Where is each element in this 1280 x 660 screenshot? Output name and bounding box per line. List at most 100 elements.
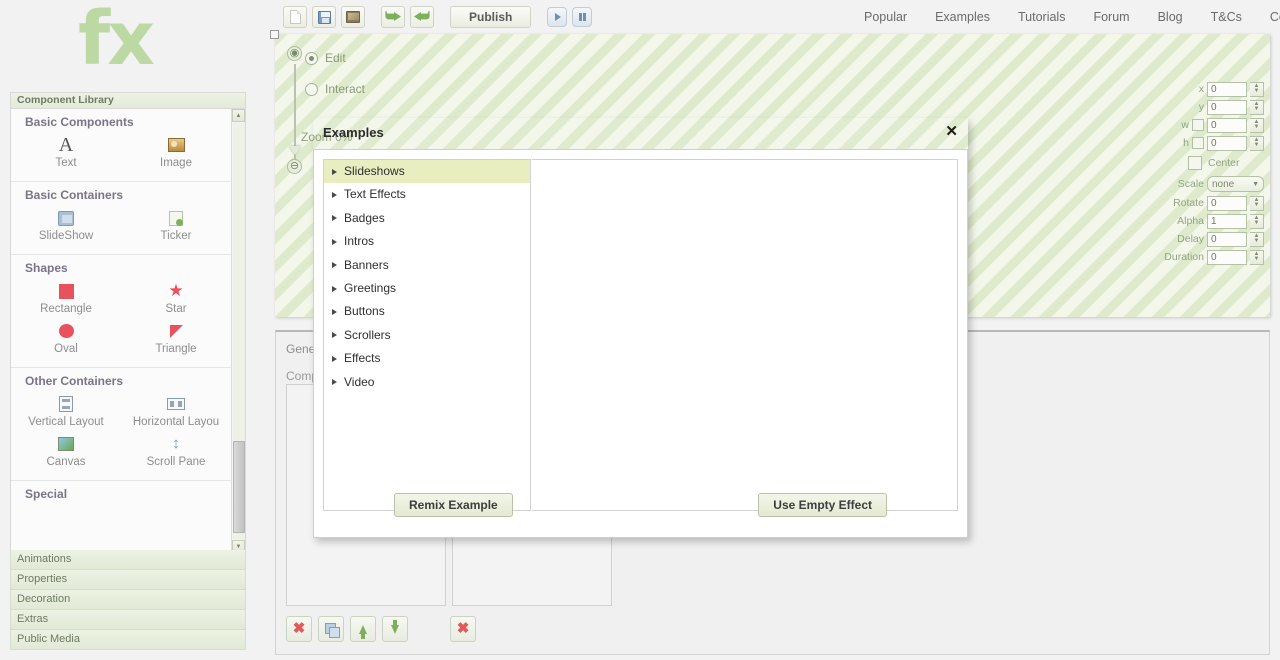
- property-input-y[interactable]: 0: [1207, 100, 1247, 115]
- spin-down-icon[interactable]: ▼: [1254, 89, 1260, 94]
- property-spinner-x[interactable]: ▲ ▼: [1250, 82, 1264, 97]
- component-item-oval[interactable]: Oval: [11, 319, 121, 359]
- play-button[interactable]: [547, 7, 567, 27]
- property-input-duration[interactable]: 0: [1207, 250, 1247, 265]
- nav-link-tcs[interactable]: T&Cs: [1197, 8, 1256, 26]
- dialog-header[interactable]: Examples ✕: [313, 118, 968, 149]
- tree-item-buttons[interactable]: Buttons: [324, 300, 530, 323]
- tree-item-banners[interactable]: Banners: [324, 254, 530, 277]
- radio-interact-icon[interactable]: [305, 83, 318, 96]
- sidebar-strip-animations[interactable]: Animations: [10, 550, 246, 570]
- mode-option-edit[interactable]: Edit: [305, 51, 346, 65]
- property-spinner-delay[interactable]: ▲ ▼: [1250, 232, 1264, 247]
- undo-button[interactable]: ⮩: [381, 6, 405, 28]
- spin-down-icon[interactable]: ▼: [1254, 125, 1260, 130]
- sidebar-strip-decoration[interactable]: Decoration: [10, 590, 246, 610]
- component-item-horizontal-layout[interactable]: Horizontal Layou: [121, 392, 231, 432]
- zoom-slider-thumb[interactable]: [289, 146, 301, 155]
- property-spinner-h[interactable]: ▲ ▼: [1250, 136, 1264, 151]
- property-input-x[interactable]: 0: [1207, 82, 1247, 97]
- delete-button[interactable]: ✖: [286, 616, 312, 642]
- zoom-out-button[interactable]: ⊖: [287, 159, 302, 174]
- property-spinner-w[interactable]: ▲ ▼: [1250, 118, 1264, 133]
- spin-down-icon[interactable]: ▼: [1254, 107, 1260, 112]
- tree-item-intros[interactable]: Intros: [324, 230, 530, 253]
- duplicate-button[interactable]: [318, 616, 344, 642]
- component-item-star[interactable]: ★ Star: [121, 279, 231, 319]
- component-item-triangle[interactable]: Triangle: [121, 319, 231, 359]
- property-spinner-rotate[interactable]: ▲ ▼: [1250, 196, 1264, 211]
- scroll-up-icon[interactable]: ▲: [232, 109, 245, 122]
- delete-secondary-button[interactable]: ✖: [450, 616, 476, 642]
- nav-link-popular[interactable]: Popular: [850, 8, 921, 26]
- spin-down-icon[interactable]: ▼: [1254, 143, 1260, 148]
- center-checkbox[interactable]: [1188, 156, 1202, 170]
- remix-example-button[interactable]: Remix Example: [394, 493, 513, 517]
- component-item-slideshow[interactable]: SlideShow: [11, 206, 121, 246]
- property-spinner-alpha[interactable]: ▲ ▼: [1250, 214, 1264, 229]
- spin-down-icon[interactable]: ▼: [1254, 257, 1260, 262]
- delete-icon: ✖: [293, 622, 306, 636]
- component-item-text[interactable]: A Text: [11, 133, 121, 173]
- component-item-vertical-layout[interactable]: Vertical Layout: [11, 392, 121, 432]
- property-input-alpha[interactable]: 1: [1207, 214, 1247, 229]
- property-checkbox-h[interactable]: [1192, 137, 1204, 149]
- tree-item-video[interactable]: Video: [324, 371, 530, 394]
- screenshot-button[interactable]: [341, 6, 365, 28]
- new-file-button[interactable]: [283, 6, 307, 28]
- pause-button[interactable]: [572, 7, 592, 27]
- property-label-y: y: [1168, 101, 1204, 113]
- use-empty-effect-button[interactable]: Use Empty Effect: [758, 493, 887, 517]
- tree-item-slideshows[interactable]: Slideshows: [324, 160, 530, 183]
- sidebar-strip-public-media[interactable]: Public Media: [10, 630, 246, 650]
- move-down-button[interactable]: [382, 616, 408, 642]
- examples-category-tree[interactable]: Slideshows Text Effects Badges Intros Ba…: [323, 159, 531, 511]
- examples-preview-area[interactable]: [532, 159, 958, 511]
- tree-item-effects[interactable]: Effects: [324, 347, 530, 370]
- sidebar-strip-properties[interactable]: Properties: [10, 570, 246, 590]
- sidebar-group-title: Basic Components: [11, 115, 231, 129]
- close-icon[interactable]: ✕: [945, 124, 958, 139]
- scrollbar-thumb[interactable]: [233, 441, 245, 533]
- property-input-h[interactable]: 0: [1207, 136, 1247, 151]
- tree-item-text-effects[interactable]: Text Effects: [324, 183, 530, 206]
- publish-button[interactable]: Publish: [450, 6, 531, 28]
- property-checkbox-w[interactable]: [1192, 119, 1204, 131]
- component-item-scroll-pane[interactable]: ↕ Scroll Pane: [121, 432, 231, 472]
- sidebar-strip-extras[interactable]: Extras: [10, 610, 246, 630]
- component-item-canvas[interactable]: Canvas: [11, 432, 121, 472]
- nav-link-examples[interactable]: Examples: [921, 8, 1004, 26]
- component-item-image[interactable]: Image: [121, 133, 231, 173]
- property-input-delay[interactable]: 0: [1207, 232, 1247, 247]
- expand-arrow-icon: [332, 309, 337, 315]
- spin-down-icon[interactable]: ▼: [1254, 221, 1260, 226]
- nav-link-forum[interactable]: Forum: [1079, 8, 1143, 26]
- component-item-rectangle[interactable]: Rectangle: [11, 279, 121, 319]
- save-button[interactable]: [312, 6, 336, 28]
- canvas-resize-handle[interactable]: [270, 30, 279, 39]
- tree-item-greetings[interactable]: Greetings: [324, 277, 530, 300]
- radio-edit-icon[interactable]: [305, 52, 318, 65]
- nav-link-blog[interactable]: Blog: [1144, 8, 1197, 26]
- redo-button[interactable]: ⮩: [410, 6, 434, 28]
- zoom-in-button[interactable]: ◉: [287, 46, 302, 61]
- property-input-rotate[interactable]: 0: [1207, 196, 1247, 211]
- property-spinner-duration[interactable]: ▲ ▼: [1250, 250, 1264, 265]
- zoom-slider[interactable]: ◉ ⊖: [287, 46, 305, 174]
- component-item-ticker[interactable]: Ticker: [121, 206, 231, 246]
- move-up-button[interactable]: [350, 616, 376, 642]
- mode-option-interact[interactable]: Interact: [305, 82, 365, 96]
- tree-item-scrollers[interactable]: Scrollers: [324, 324, 530, 347]
- spin-down-icon[interactable]: ▼: [1254, 239, 1260, 244]
- scale-select[interactable]: none ▼: [1207, 176, 1264, 192]
- property-spinner-y[interactable]: ▲ ▼: [1250, 100, 1264, 115]
- component-label: Rectangle: [11, 303, 121, 315]
- spin-down-icon[interactable]: ▼: [1254, 203, 1260, 208]
- redo-icon: ⮩: [414, 10, 430, 24]
- nav-link-tutorials[interactable]: Tutorials: [1004, 8, 1079, 26]
- property-input-w[interactable]: 0: [1207, 118, 1247, 133]
- component-label: Text: [11, 157, 121, 169]
- tree-item-badges[interactable]: Badges: [324, 207, 530, 230]
- nav-link-contact[interactable]: Contact: [1256, 8, 1280, 26]
- component-library-scrollbar[interactable]: ▲ ▼: [231, 109, 245, 553]
